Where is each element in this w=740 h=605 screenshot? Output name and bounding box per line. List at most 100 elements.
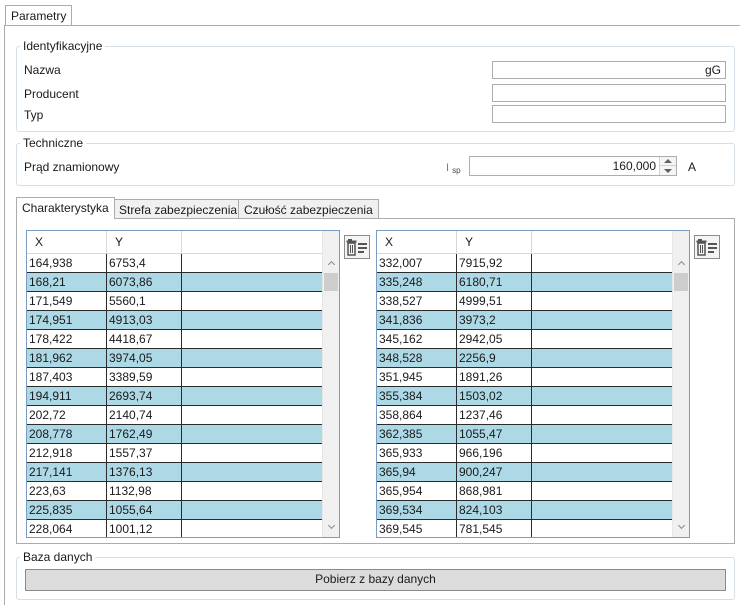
table-row[interactable]: 228,064 1001,12 xyxy=(27,520,323,537)
cell-y[interactable]: 824,103 xyxy=(457,501,532,519)
cell-y[interactable]: 3973,2 xyxy=(457,311,532,329)
cell-x[interactable]: 171,549 xyxy=(27,292,107,310)
cell-empty[interactable] xyxy=(182,330,323,348)
table-row[interactable]: 217,141 1376,13 xyxy=(27,463,323,482)
tab-parametry[interactable]: Parametry xyxy=(5,5,73,26)
cell-empty[interactable] xyxy=(532,520,673,537)
cell-y[interactable]: 781,545 xyxy=(457,520,532,537)
cell-y[interactable]: 7915,92 xyxy=(457,254,532,272)
cell-empty[interactable] xyxy=(532,311,673,329)
cell-y[interactable]: 3974,05 xyxy=(107,349,182,367)
table-row[interactable]: 178,422 4418,67 xyxy=(27,330,323,349)
table-row[interactable]: 225,835 1055,64 xyxy=(27,501,323,520)
table-scrollbar[interactable] xyxy=(672,231,689,537)
rated-current-stepper[interactable]: 160,000 xyxy=(469,156,677,176)
fetch-from-database-button[interactable]: Pobierz z bazy danych xyxy=(25,569,726,591)
cell-empty[interactable] xyxy=(532,273,673,291)
cell-empty[interactable] xyxy=(182,425,323,443)
cell-empty[interactable] xyxy=(182,254,323,272)
cell-y[interactable]: 2942,05 xyxy=(457,330,532,348)
column-header-y[interactable]: Y xyxy=(107,231,182,254)
cell-x[interactable]: 365,933 xyxy=(377,444,457,462)
table-row[interactable]: 332,007 7915,92 xyxy=(377,254,673,273)
type-field[interactable] xyxy=(492,105,726,123)
cell-empty[interactable] xyxy=(532,292,673,310)
cell-empty[interactable] xyxy=(532,330,673,348)
table-row[interactable]: 338,527 4999,51 xyxy=(377,292,673,311)
cell-y[interactable]: 4999,51 xyxy=(457,292,532,310)
cell-empty[interactable] xyxy=(532,482,673,500)
column-header-x[interactable]: X xyxy=(27,231,107,254)
scrollbar-thumb[interactable] xyxy=(674,273,688,291)
cell-x[interactable]: 208,778 xyxy=(27,425,107,443)
cell-empty[interactable] xyxy=(532,501,673,519)
cell-y[interactable]: 1055,64 xyxy=(107,501,182,519)
scroll-down-button[interactable] xyxy=(323,518,339,535)
cell-y[interactable]: 3389,59 xyxy=(107,368,182,386)
cell-y[interactable]: 2140,74 xyxy=(107,406,182,424)
cell-x[interactable]: 187,403 xyxy=(27,368,107,386)
cell-x[interactable]: 355,384 xyxy=(377,387,457,405)
cell-empty[interactable] xyxy=(182,292,323,310)
cell-y[interactable]: 4913,03 xyxy=(107,311,182,329)
scroll-up-button[interactable] xyxy=(673,254,689,271)
cell-empty[interactable] xyxy=(532,444,673,462)
tab-charakterystyka[interactable]: Charakterystyka xyxy=(16,197,115,219)
characteristic-table-1[interactable]: X Y 164,938 6753,4 168,21 6073,86 171,549 556… xyxy=(26,230,340,538)
cell-x[interactable]: 168,21 xyxy=(27,273,107,291)
cell-x[interactable]: 223,63 xyxy=(27,482,107,500)
cell-x[interactable]: 369,534 xyxy=(377,501,457,519)
table-row[interactable]: 335,248 6180,71 xyxy=(377,273,673,292)
cell-empty[interactable] xyxy=(182,349,323,367)
tab-strefa-zabezpieczenia[interactable]: Strefa zabezpieczenia xyxy=(113,199,244,219)
cell-x[interactable]: 228,064 xyxy=(27,520,107,537)
cell-x[interactable]: 217,141 xyxy=(27,463,107,481)
table-row[interactable]: 365,954 868,981 xyxy=(377,482,673,501)
cell-x[interactable]: 335,248 xyxy=(377,273,457,291)
table-row[interactable]: 194,911 2693,74 xyxy=(27,387,323,406)
cell-x[interactable]: 351,945 xyxy=(377,368,457,386)
cell-empty[interactable] xyxy=(532,425,673,443)
cell-y[interactable]: 1132,98 xyxy=(107,482,182,500)
table-row[interactable]: 174,951 4913,03 xyxy=(27,311,323,330)
cell-empty[interactable] xyxy=(532,387,673,405)
stepper-up-button[interactable] xyxy=(660,157,676,166)
delete-rows-button-1[interactable] xyxy=(344,235,370,259)
column-header-y[interactable]: Y xyxy=(457,231,532,254)
cell-y[interactable]: 5560,1 xyxy=(107,292,182,310)
cell-y[interactable]: 1001,12 xyxy=(107,520,182,537)
rated-current-value[interactable]: 160,000 xyxy=(613,157,656,175)
cell-y[interactable]: 2256,9 xyxy=(457,349,532,367)
table-row[interactable]: 171,549 5560,1 xyxy=(27,292,323,311)
cell-x[interactable]: 358,864 xyxy=(377,406,457,424)
cell-y[interactable]: 868,981 xyxy=(457,482,532,500)
cell-empty[interactable] xyxy=(182,463,323,481)
delete-rows-button-2[interactable] xyxy=(694,235,720,259)
cell-x[interactable]: 332,007 xyxy=(377,254,457,272)
table-row[interactable]: 345,162 2942,05 xyxy=(377,330,673,349)
column-header-x[interactable]: X xyxy=(377,231,457,254)
cell-x[interactable]: 341,836 xyxy=(377,311,457,329)
cell-x[interactable]: 178,422 xyxy=(27,330,107,348)
tab-czulosc-zabezpieczenia[interactable]: Czułość zabezpieczenia xyxy=(238,199,379,219)
cell-empty[interactable] xyxy=(532,463,673,481)
cell-y[interactable]: 6753,4 xyxy=(107,254,182,272)
cell-x[interactable]: 362,385 xyxy=(377,425,457,443)
cell-x[interactable]: 174,951 xyxy=(27,311,107,329)
cell-x[interactable]: 365,94 xyxy=(377,463,457,481)
table-row[interactable]: 341,836 3973,2 xyxy=(377,311,673,330)
cell-empty[interactable] xyxy=(182,387,323,405)
table-row[interactable]: 223,63 1132,98 xyxy=(27,482,323,501)
scroll-down-button[interactable] xyxy=(673,518,689,535)
cell-empty[interactable] xyxy=(532,349,673,367)
table-row[interactable]: 348,528 2256,9 xyxy=(377,349,673,368)
scrollbar-thumb[interactable] xyxy=(324,273,338,291)
cell-empty[interactable] xyxy=(182,273,323,291)
table-row[interactable]: 181,962 3974,05 xyxy=(27,349,323,368)
cell-y[interactable]: 1237,46 xyxy=(457,406,532,424)
table-row[interactable]: 212,918 1557,37 xyxy=(27,444,323,463)
cell-y[interactable]: 4418,67 xyxy=(107,330,182,348)
characteristic-table-2[interactable]: X Y 332,007 7915,92 335,248 6180,71 338,527 4… xyxy=(376,230,690,538)
cell-empty[interactable] xyxy=(532,406,673,424)
cell-y[interactable]: 6073,86 xyxy=(107,273,182,291)
